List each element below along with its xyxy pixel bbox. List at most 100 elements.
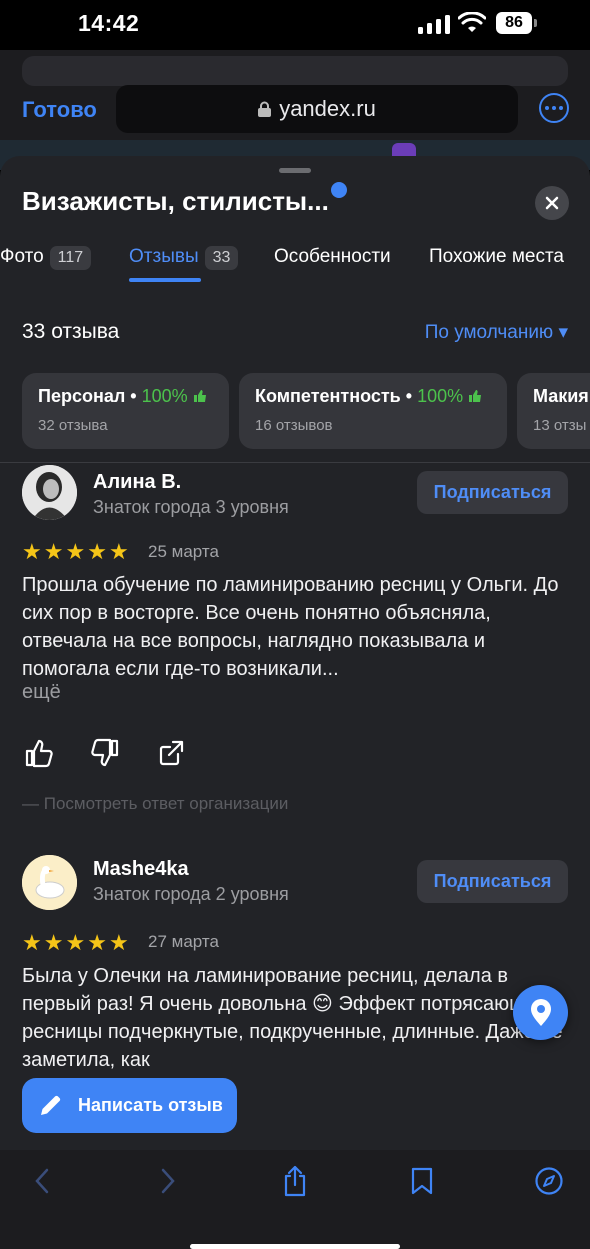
review-text: Была у Олечки на ламинирование ресниц, д… (22, 965, 563, 1071)
thumbs-up-icon (469, 390, 482, 402)
place-title-text: Визажисты, стилисты... (22, 186, 329, 216)
browser-toolbar (0, 1150, 590, 1249)
close-icon (545, 196, 559, 210)
review-text: Прошла обучение по ламинированию ресниц … (22, 574, 559, 680)
active-tab-indicator (129, 278, 201, 282)
aspect-reviews: 32 отзыва (38, 417, 108, 434)
rating-stars: ★ ★ ★ ★ ★ (22, 541, 129, 563)
aspect-reviews: 13 отзы (533, 417, 587, 434)
aspect-chip-staff[interactable]: Персонал • 100% 32 отзыва (22, 373, 229, 449)
home-indicator (190, 1244, 400, 1249)
chevron-left-icon (35, 1168, 49, 1194)
star-icon: ★ (87, 539, 107, 564)
user-photo (22, 465, 77, 520)
review-date: 27 марта (148, 932, 219, 951)
aspect-percent: 100% (141, 386, 188, 406)
star-icon: ★ (22, 930, 42, 955)
aspect-chip-makeup[interactable]: Макия 13 отзы (517, 373, 590, 449)
verified-badge-icon (330, 182, 347, 198)
goose-avatar-icon (22, 855, 77, 910)
rating-stars: ★ ★ ★ ★ ★ (22, 932, 129, 954)
dislike-icon[interactable] (90, 738, 120, 768)
tab-features[interactable]: Особенности (274, 246, 391, 268)
bookmarks-button[interactable] (407, 1164, 437, 1198)
bookmark-icon (411, 1167, 433, 1195)
tab-count: 33 (204, 246, 239, 270)
aspect-chip-competence[interactable]: Компетентность • 100% 16 отзывов (239, 373, 507, 449)
aspect-title: Компетентность • 100% (255, 386, 491, 407)
star-icon: ★ (65, 930, 86, 955)
aspect-reviews: 16 отзывов (255, 417, 333, 434)
tab-label: Отзывы (129, 246, 199, 267)
star-icon: ★ (87, 930, 107, 955)
tab-label: Похожие места (429, 246, 565, 267)
aspect-percent: 100% (417, 386, 464, 406)
lock-icon (258, 101, 272, 117)
write-review-button[interactable]: Написать отзыв (22, 1078, 237, 1133)
write-review-label: Написать отзыв (78, 1095, 223, 1115)
tab-count: 117 (49, 246, 92, 270)
pencil-icon (41, 1095, 61, 1115)
review-date: 25 марта (148, 542, 219, 561)
tab-label: Фото (0, 246, 44, 267)
view-organization-reply-link[interactable]: — Посмотреть ответ организации (22, 794, 288, 814)
back-button[interactable] (27, 1164, 57, 1198)
address-bar[interactable]: yandex.ru (116, 85, 518, 133)
place-card-sheet: Визажисты, стилисты... Фото 117 Отзывы 33 … (0, 156, 590, 1151)
divider (0, 462, 590, 463)
wifi-icon (458, 12, 486, 32)
cellular-signal-icon (418, 14, 452, 34)
location-pin-icon (530, 998, 551, 1026)
more-options-button[interactable] (539, 93, 569, 123)
chevron-right-icon (161, 1168, 175, 1194)
place-title: Визажисты, стилисты... (22, 182, 347, 217)
star-icon: ★ (22, 539, 42, 564)
status-time: 14:42 (78, 10, 140, 36)
share-icon (284, 1165, 306, 1197)
author-level: Знаток города 2 уровня (93, 884, 289, 904)
thumbs-up-icon (193, 390, 206, 402)
aspect-name: Компетентность • (255, 386, 413, 406)
star-icon: ★ (108, 930, 129, 955)
expand-link[interactable]: ещё (22, 681, 61, 704)
sort-dropdown[interactable]: По умолчанию ▾ (425, 321, 568, 344)
status-bar: 14:42 86 (0, 0, 590, 50)
review-author[interactable]: Алина В. (93, 471, 181, 494)
open-in-safari-button[interactable] (534, 1164, 564, 1198)
share-button[interactable] (280, 1164, 310, 1198)
star-icon: ★ (43, 930, 64, 955)
subscribe-button[interactable]: Подписаться (417, 471, 568, 514)
star-icon: ★ (108, 539, 129, 564)
like-icon[interactable] (24, 738, 54, 768)
tab-label: Особенности (274, 246, 391, 267)
compass-icon (535, 1167, 563, 1195)
battery-icon: 86 (496, 12, 532, 34)
url-text: yandex.ru (279, 96, 376, 121)
tab-bar: Фото 117 Отзывы 33 Особенности Похожие мес… (0, 238, 590, 288)
reviews-count: 33 отзыва (22, 320, 120, 343)
tab-reviews[interactable]: Отзывы 33 (129, 246, 239, 270)
review-actions (24, 738, 186, 768)
aspect-name: Персонал • (38, 386, 137, 406)
sheet-grabber[interactable] (279, 168, 311, 173)
share-icon[interactable] (156, 738, 186, 768)
tab-similar-places[interactable]: Похожие места (429, 246, 564, 268)
dot-icon (559, 106, 563, 110)
route-button[interactable] (513, 985, 568, 1040)
tab-photos[interactable]: Фото 117 (0, 246, 92, 270)
forward-button[interactable] (153, 1164, 183, 1198)
aspect-name: Макия (533, 386, 589, 406)
reviews-summary: 33 отзыва По умолчанию ▾ (22, 320, 568, 350)
dot-icon (545, 106, 549, 110)
star-icon: ★ (43, 539, 64, 564)
review-author[interactable]: Mashe4ka (93, 858, 189, 881)
avatar[interactable] (22, 855, 77, 910)
subscribe-button[interactable]: Подписаться (417, 860, 568, 903)
aspect-title: Персонал • 100% (38, 386, 213, 407)
close-button[interactable] (535, 186, 569, 220)
avatar[interactable] (22, 465, 77, 520)
done-button[interactable]: Готово (22, 97, 97, 123)
background-tab (22, 56, 568, 86)
author-level: Знаток города 3 уровня (93, 497, 289, 517)
dot-icon (552, 106, 556, 110)
